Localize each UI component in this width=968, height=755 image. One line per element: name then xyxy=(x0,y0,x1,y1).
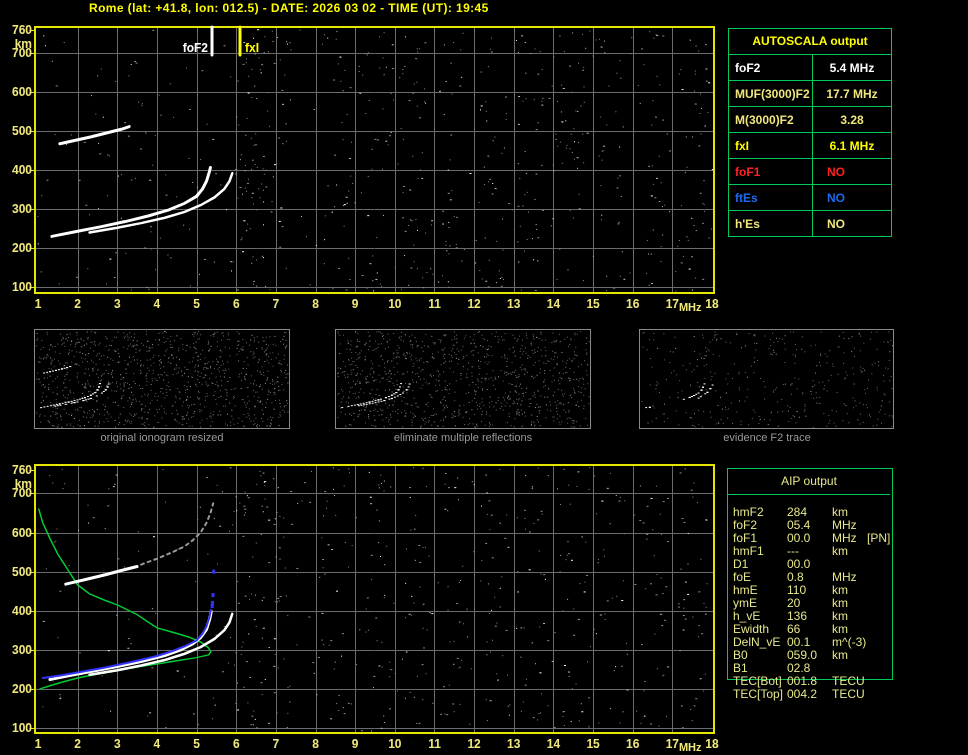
autoscala-row: fxI 6.1 MHz xyxy=(729,133,891,159)
page-title: Rome (lat: +41.8, lon: 012.5) - DATE: 20… xyxy=(89,1,489,15)
autoscala-screen: Rome (lat: +41.8, lon: 012.5) - DATE: 20… xyxy=(0,0,968,755)
aip-panel: AIP output hmF2 284 km foF2 05.4 MHz foF1 00.0 M… xyxy=(727,468,893,708)
aip-row-unit: km xyxy=(832,544,848,558)
autoscala-row-label: MUF(3000)F2 xyxy=(729,81,813,106)
autoscala-row-label: h'Es xyxy=(729,211,813,236)
autoscala-title: AUTOSCALA output xyxy=(729,29,891,55)
thumbnail-evidence-f2-trace xyxy=(639,329,894,429)
autoscala-row-value: NO xyxy=(827,217,845,231)
autoscala-row: M(3000)F2 3.28 xyxy=(729,107,891,133)
autoscala-row-label: M(3000)F2 xyxy=(729,107,813,132)
aip-row: D1 00.0 xyxy=(727,558,893,571)
autoscala-row-label: fxI xyxy=(729,133,813,158)
aip-row-note: [PN] xyxy=(867,531,891,545)
aip-row: TEC[Top] 004.2 TECU xyxy=(727,688,893,701)
autoscala-row-value: NO xyxy=(827,165,845,179)
aip-row: B0 059.0 km xyxy=(727,649,893,662)
autoscala-row-value: NO xyxy=(827,191,845,205)
aip-title: AIP output xyxy=(728,469,890,495)
autoscala-row-value: 6.1 MHz xyxy=(829,139,875,153)
aip-row-unit: TECU xyxy=(832,687,865,701)
autoscala-row-label: foF2 xyxy=(729,55,813,80)
thumbnail-caption-2: eliminate multiple reflections xyxy=(393,432,533,444)
autoscala-row: foF1 NO xyxy=(729,159,891,185)
autoscala-row: h'Es NO xyxy=(729,211,891,236)
autoscala-panel: AUTOSCALA output foF2 5.4 MHz MUF(3000)F2 1… xyxy=(728,28,892,237)
autoscala-rows: foF2 5.4 MHz MUF(3000)F2 17.7 MHz M(3000)F2 3… xyxy=(729,55,891,236)
aip-row-unit: km xyxy=(832,648,848,662)
autoscala-row-value: 5.4 MHz xyxy=(829,61,875,75)
thumbnail-original-ionogram xyxy=(34,329,290,429)
autoscala-row-label: ftEs xyxy=(729,185,813,210)
autoscala-row-label: foF1 xyxy=(729,159,813,184)
autoscala-row: foF2 5.4 MHz xyxy=(729,55,891,81)
autoscala-row: ftEs NO xyxy=(729,185,891,211)
thumbnail-multiple-reflections-removed xyxy=(335,329,591,429)
thumbnail-caption-1: original ionogram resized xyxy=(100,432,224,444)
aip-row-value: 004.2 xyxy=(787,687,818,701)
autoscala-row: MUF(3000)F2 17.7 MHz xyxy=(729,81,891,107)
thumbnail-caption-3: evidence F2 trace xyxy=(723,432,811,444)
aip-row: hmF1 --- km xyxy=(727,545,893,558)
autoscala-row-value: 3.28 xyxy=(840,113,864,127)
aip-row-label: TEC[Top] xyxy=(733,687,784,701)
autoscala-row-value: 17.7 MHz xyxy=(826,87,878,101)
